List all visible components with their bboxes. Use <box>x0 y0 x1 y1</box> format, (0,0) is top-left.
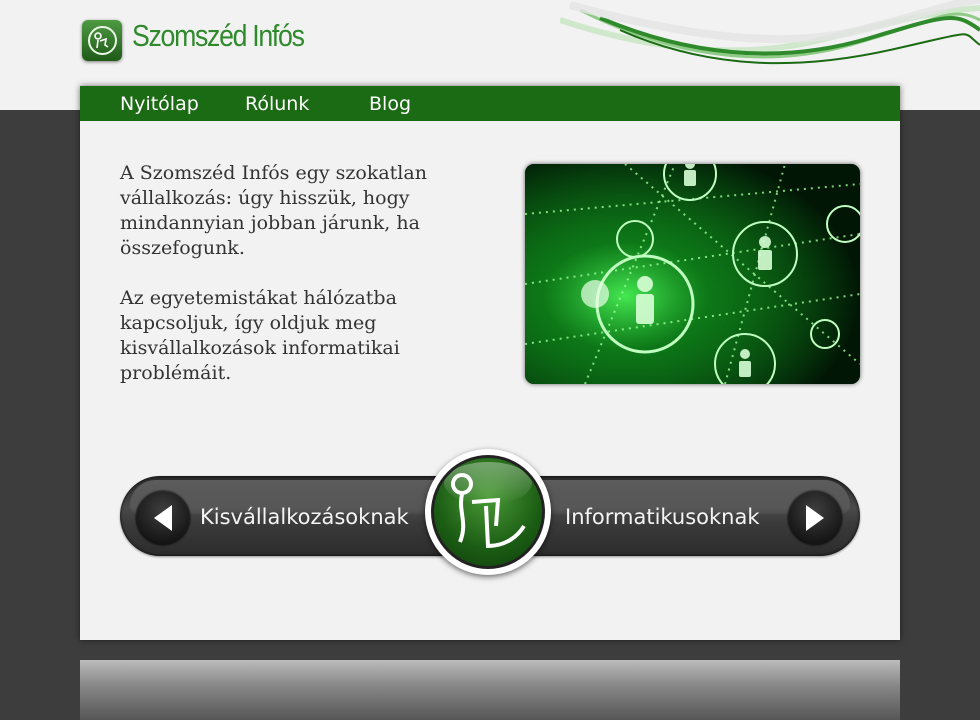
center-logo-badge[interactable] <box>425 449 551 575</box>
network-people-icon <box>525 164 860 384</box>
main-panel: Nyitólap Rólunk Blog A Szomszéd Infós eg… <box>80 86 900 640</box>
logo[interactable] <box>82 20 122 61</box>
small-business-button[interactable]: Kisvállalkozásoknak <box>200 505 409 529</box>
arrow-left-icon[interactable] <box>136 491 190 545</box>
decorative-swoosh <box>560 0 980 65</box>
it-professionals-button[interactable]: Informatikusoknak <box>565 505 760 529</box>
nav-item-home[interactable]: Nyitólap <box>120 93 199 115</box>
user-network-icon <box>434 458 542 566</box>
intro-paragraph: A Szomszéd Infós egy szokatlan vállalkoz… <box>120 162 427 259</box>
intro-paragraph: Az egyetemistákat hálózatba kapcsoljuk, … <box>120 287 400 384</box>
brand-name[interactable]: Szomszéd Infós <box>132 18 305 54</box>
footer <box>80 660 900 720</box>
hero-image <box>525 164 860 384</box>
nav-item-about[interactable]: Rólunk <box>245 93 309 115</box>
main-nav: Nyitólap Rólunk Blog <box>80 86 900 121</box>
intro-text: A Szomszéd Infós egy szokatlan vállalkoz… <box>120 161 470 386</box>
arrow-right-icon[interactable] <box>788 491 842 545</box>
user-network-icon <box>87 26 117 55</box>
nav-item-blog[interactable]: Blog <box>369 93 411 115</box>
